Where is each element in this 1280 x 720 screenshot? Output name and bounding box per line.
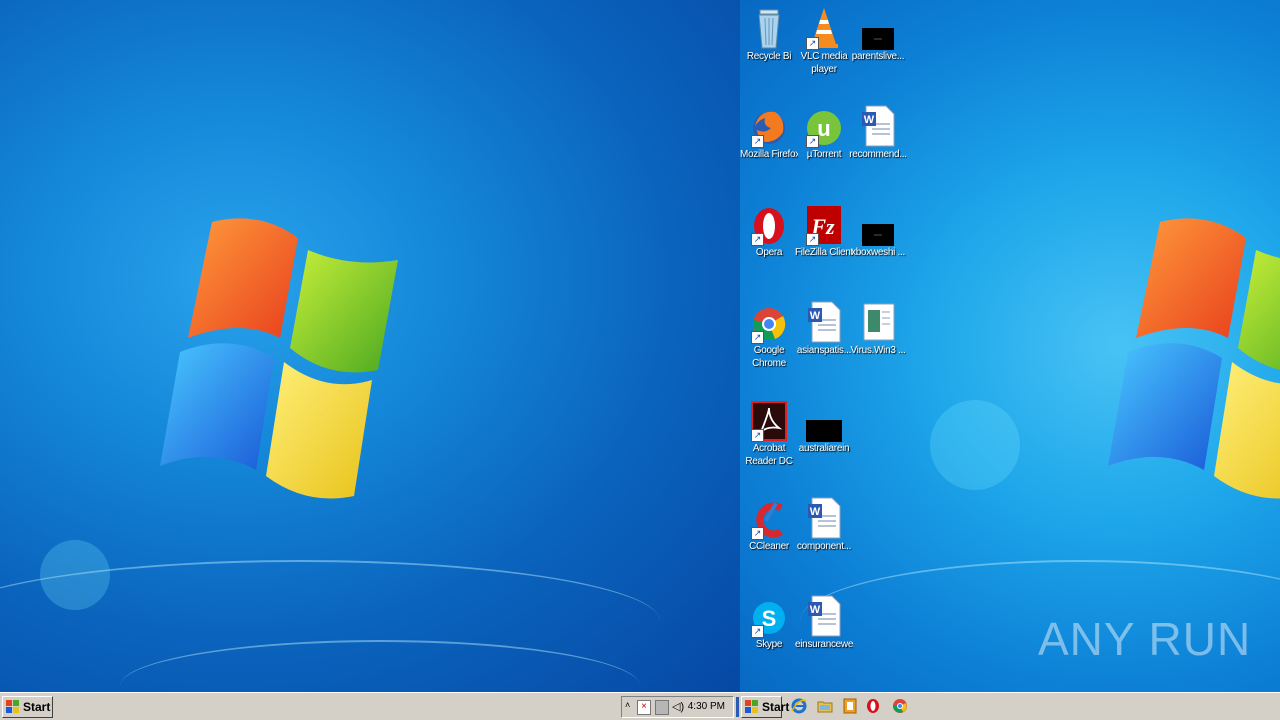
tray-expand-icon[interactable]: ˄ bbox=[625, 700, 630, 710]
windows-flag-icon bbox=[745, 700, 758, 713]
shortcut-arrow-icon: ↗ bbox=[751, 233, 764, 246]
desktop-icon-label: CCleaner bbox=[749, 541, 789, 552]
light-glow bbox=[930, 400, 1020, 490]
anyrun-watermark: ANY RUN bbox=[1038, 613, 1252, 665]
tray-clock[interactable]: 4:30 PM bbox=[688, 701, 725, 712]
word-document-icon: W bbox=[808, 301, 841, 343]
taskbar-divider bbox=[736, 697, 739, 717]
desktop-icon-label: Opera bbox=[755, 247, 783, 258]
black-file-icon bbox=[862, 28, 894, 50]
svg-text:W: W bbox=[810, 310, 821, 322]
recycle-bin-icon bbox=[758, 9, 780, 49]
desktop-icon-ccleaner[interactable]: ↗ CCleaner bbox=[740, 496, 798, 553]
shortcut-arrow-icon: ↗ bbox=[806, 37, 819, 50]
opera-icon[interactable] bbox=[865, 698, 881, 714]
desktop-icon-einsurance[interactable]: W einsuranceweff bbox=[795, 594, 853, 651]
windows-logo-partial bbox=[1108, 218, 1280, 499]
svg-text:W: W bbox=[810, 604, 821, 616]
word-document-icon: W bbox=[808, 497, 841, 539]
desktop-icon-xboxweshi[interactable]: xboxweshi ... bbox=[849, 202, 907, 259]
desktop-icon-label: Mozilla Firefox bbox=[740, 149, 798, 160]
black-file-icon bbox=[806, 420, 842, 442]
chrome-icon[interactable] bbox=[892, 698, 908, 714]
desktop-icon-acrobat[interactable]: ↗ Acrobat Reader DC bbox=[740, 398, 798, 468]
desktop-icon-label: einsuranceweff bbox=[795, 639, 853, 650]
desktop-icon-opera[interactable]: ↗ Opera bbox=[740, 202, 798, 259]
office-doc-icon[interactable] bbox=[842, 698, 858, 714]
system-tray: ˄ × ◁) 4:30 PM bbox=[621, 696, 734, 718]
windows-flag-icon bbox=[6, 700, 19, 713]
shortcut-arrow-icon: ↗ bbox=[751, 135, 764, 148]
desktop-icon-label: xboxweshi ... bbox=[851, 247, 905, 258]
desktop-icon-label: Virus.Win3 ... bbox=[850, 345, 906, 356]
desktop-icon-virus[interactable]: Virus.Win3 ... bbox=[849, 300, 907, 357]
word-document-icon: W bbox=[808, 595, 841, 637]
desktop-icon-skype[interactable]: S ↗ Skype bbox=[740, 594, 798, 651]
desktop-icon-parentslive[interactable]: parentslive... bbox=[849, 6, 907, 63]
desktop-icon-label: Recycle Bi bbox=[746, 51, 792, 62]
desktop-icon-label: asianspatis... bbox=[796, 345, 852, 356]
network-icon[interactable] bbox=[655, 700, 669, 715]
desktop-icon-label: FileZilla Client bbox=[795, 247, 853, 258]
light-glow bbox=[40, 540, 110, 610]
start-label: Start bbox=[23, 700, 51, 714]
desktop-icon-recycle-bin[interactable]: Recycle Bi bbox=[740, 6, 798, 63]
desktop-icon-label: australiarein bbox=[798, 443, 850, 454]
desktop-icon-label: parentslive... bbox=[851, 51, 905, 62]
taskbar: Start ˄ × ◁) 4:30 PM Start bbox=[0, 692, 1280, 720]
desktop-icon-australia[interactable]: australiarein bbox=[795, 398, 853, 455]
black-file-icon bbox=[862, 224, 894, 246]
start-button-secondary[interactable]: Start bbox=[741, 696, 789, 718]
word-document-icon: W bbox=[862, 105, 895, 147]
desktop-icon-filezilla[interactable]: Fz ↗ FileZilla Client bbox=[795, 202, 853, 259]
shortcut-arrow-icon: ↗ bbox=[751, 429, 764, 442]
desktop-icon-label: recommend... bbox=[849, 149, 907, 160]
svg-text:W: W bbox=[810, 506, 821, 518]
svg-text:W: W bbox=[864, 114, 875, 126]
shortcut-arrow-icon: ↗ bbox=[751, 527, 764, 540]
start-button[interactable]: Start bbox=[2, 696, 53, 718]
shortcut-arrow-icon: ↗ bbox=[806, 233, 819, 246]
desktop-icon-label: Skype bbox=[755, 639, 783, 650]
desktop-icon-label: Acrobat Reader DC bbox=[745, 443, 793, 467]
desktop-icon-firefox[interactable]: ↗ Mozilla Firefox bbox=[740, 104, 798, 161]
desktop-icon-label: VLC media player bbox=[800, 51, 848, 75]
svg-text:u: u bbox=[817, 116, 830, 141]
windows-logo bbox=[160, 218, 398, 499]
desktop-icon-recommend[interactable]: W recommend... bbox=[849, 104, 907, 161]
folder-icon[interactable] bbox=[817, 698, 833, 714]
desktop-icon-vlc[interactable]: ↗ VLC media player bbox=[795, 6, 853, 76]
network-warning-icon[interactable]: × bbox=[637, 700, 651, 715]
desktop-icon-utorrent[interactable]: u ↗ µTorrent bbox=[795, 104, 853, 161]
desktop-icon-component[interactable]: W component... bbox=[795, 496, 853, 553]
desktop-icon-label: µTorrent bbox=[806, 149, 842, 160]
desktop-icon-label: component... bbox=[796, 541, 852, 552]
generic-file-icon bbox=[863, 303, 895, 341]
desktop-icon-label: Google Chrome bbox=[752, 345, 786, 369]
internet-explorer-icon[interactable] bbox=[791, 698, 807, 714]
shortcut-arrow-icon: ↗ bbox=[806, 135, 819, 148]
desktop-left bbox=[0, 0, 740, 692]
desktop-icon-chrome[interactable]: ↗ Google Chrome bbox=[740, 300, 798, 370]
start-label: Start bbox=[762, 700, 790, 714]
shortcut-arrow-icon: ↗ bbox=[751, 331, 764, 344]
volume-icon[interactable]: ◁) bbox=[672, 700, 684, 713]
desktop-icon-asianspa[interactable]: W asianspatis... bbox=[795, 300, 853, 357]
shortcut-arrow-icon: ↗ bbox=[751, 625, 764, 638]
